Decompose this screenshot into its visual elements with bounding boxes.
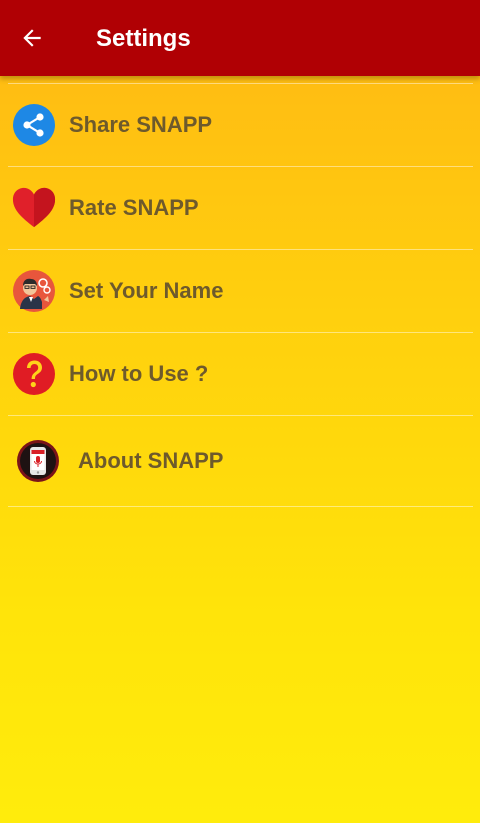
menu-item-label: How to Use ? bbox=[69, 361, 209, 386]
page-title: Settings bbox=[96, 25, 191, 52]
app-phone-icon bbox=[16, 439, 60, 483]
arrow-left-icon bbox=[23, 29, 41, 47]
menu-item-about[interactable]: About SNAPP bbox=[8, 416, 473, 506]
share-icon bbox=[12, 103, 56, 147]
menu-item-how-to-use[interactable]: How to Use ? bbox=[8, 333, 473, 415]
menu-item-label: About SNAPP bbox=[78, 448, 224, 473]
question-icon bbox=[12, 352, 56, 396]
menu-item-rate[interactable]: Rate SNAPP bbox=[8, 167, 473, 249]
settings-menu: Share SNAPP Rate SNAPP Set Your Name How… bbox=[8, 83, 473, 507]
app-bar: Settings bbox=[0, 0, 480, 76]
user-avatar-icon bbox=[12, 269, 56, 313]
menu-item-label: Set Your Name bbox=[69, 278, 224, 303]
menu-item-label: Share SNAPP bbox=[69, 112, 213, 137]
back-button[interactable] bbox=[12, 18, 52, 58]
menu-item-label: Rate SNAPP bbox=[69, 195, 199, 220]
menu-item-set-name[interactable]: Set Your Name bbox=[8, 250, 473, 332]
menu-item-share[interactable]: Share SNAPP bbox=[8, 84, 473, 166]
heart-icon bbox=[12, 186, 56, 230]
divider bbox=[8, 506, 473, 507]
